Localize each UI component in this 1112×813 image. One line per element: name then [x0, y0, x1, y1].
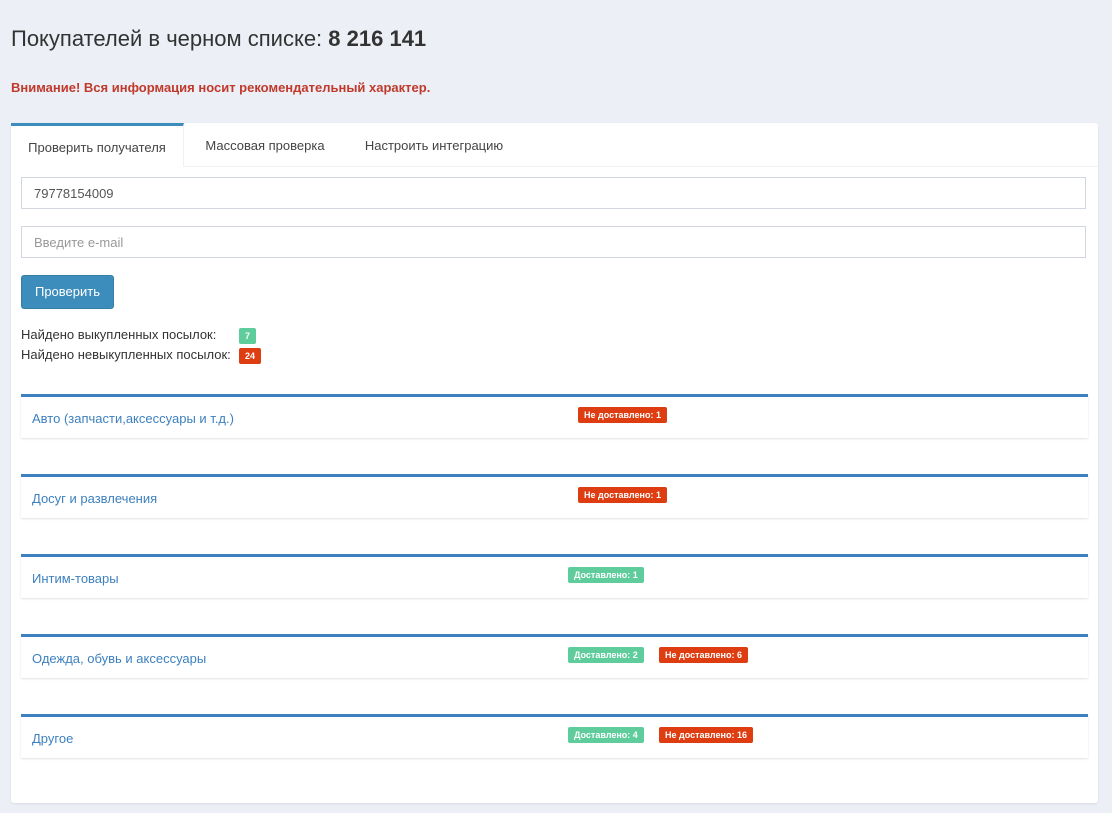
delivered-badge: Доставлено: 4 [568, 727, 644, 743]
category-panel-auto: Авто (запчасти,аксессуары и т.д.) Не дос… [21, 394, 1088, 438]
phone-input[interactable]: 79778154009 [21, 177, 1086, 209]
tab-bar: Проверить получателя Массовая проверка Н… [11, 123, 1098, 167]
category-panel-clothing: Одежда, обувь и аксессуары Доставлено: 2… [21, 634, 1088, 678]
category-link-leisure[interactable]: Досуг и развлечения [32, 491, 157, 506]
category-link-other[interactable]: Другое [32, 731, 73, 746]
page-title: Покупателей в черном списке: 8 216 141 [11, 26, 426, 52]
not-delivered-badge: Не доставлено: 1 [578, 407, 667, 423]
page-title-label: Покупателей в черном списке: [11, 26, 323, 51]
not-bought-label: Найдено невыкупленных посылок: [21, 347, 231, 362]
blacklist-count: 8 216 141 [328, 26, 427, 51]
warning-message: Внимание! Вся информация носит рекоменда… [11, 80, 431, 95]
bought-count-badge: 7 [239, 328, 257, 344]
category-panel-intimate: Интим-товары Доставлено: 1 [21, 554, 1088, 598]
category-link-auto[interactable]: Авто (запчасти,аксессуары и т.д.) [32, 411, 234, 426]
email-input[interactable]: Введите e-mail [21, 226, 1086, 258]
category-panel-other: Другое Доставлено: 4 Не доставлено: 16 [21, 714, 1088, 758]
category-panel-leisure: Досуг и развлечения Не доставлено: 1 [21, 474, 1088, 518]
check-button[interactable]: Проверить [21, 275, 114, 309]
tab-check-recipient[interactable]: Проверить получателя [11, 123, 184, 167]
category-link-intimate[interactable]: Интим-товары [32, 571, 119, 586]
tab-bulk-check[interactable]: Массовая проверка [196, 123, 334, 166]
not-delivered-badge: Не доставлено: 6 [659, 647, 748, 663]
check-panel: Проверить получателя Массовая проверка Н… [11, 123, 1098, 803]
not-bought-count-badge: 24 [239, 348, 262, 364]
not-delivered-badge: Не доставлено: 1 [578, 487, 667, 503]
bought-label: Найдено выкупленных посылок: [21, 327, 217, 342]
delivered-badge: Доставлено: 2 [568, 647, 644, 663]
tab-setup-integration[interactable]: Настроить интеграцию [352, 123, 516, 166]
delivered-badge: Доставлено: 1 [568, 567, 644, 583]
not-delivered-badge: Не доставлено: 16 [659, 727, 753, 743]
category-link-clothing[interactable]: Одежда, обувь и аксессуары [32, 651, 206, 666]
